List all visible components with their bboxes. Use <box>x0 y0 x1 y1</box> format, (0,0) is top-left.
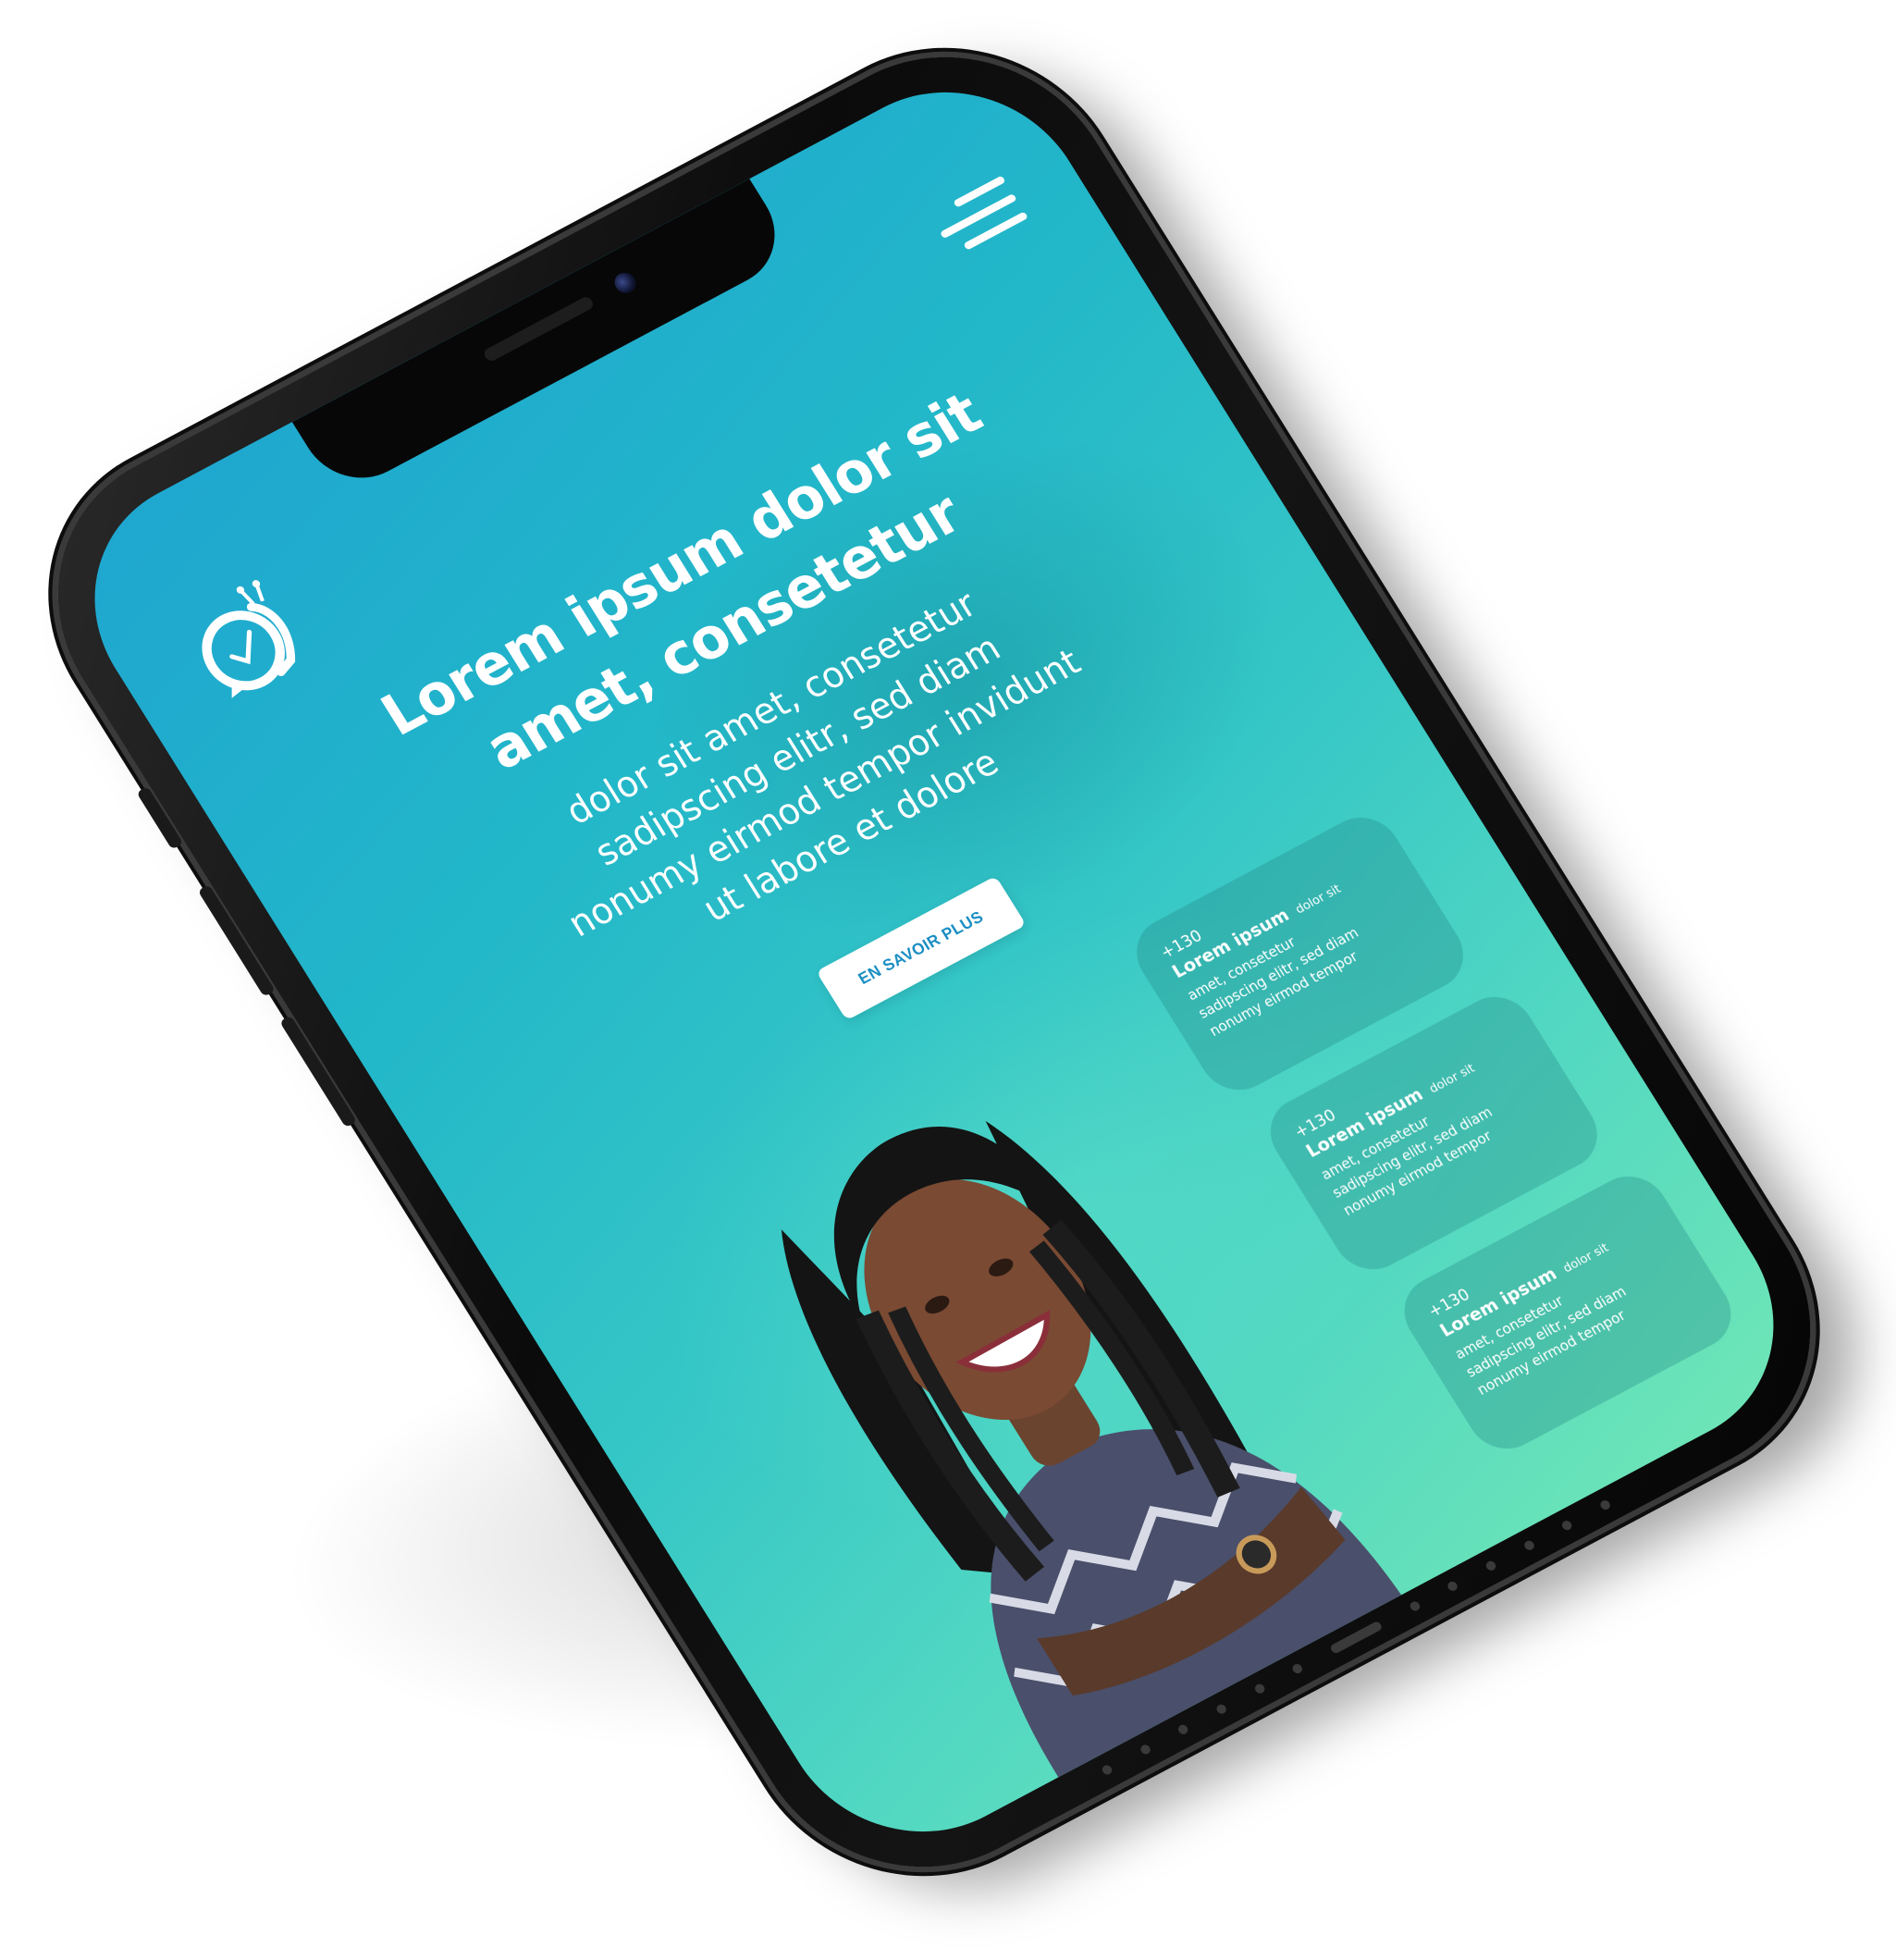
hamburger-menu-icon[interactable] <box>929 175 1038 272</box>
speaker-hole <box>1252 1683 1266 1695</box>
speaker-hole <box>1521 1539 1536 1552</box>
earpiece-speaker <box>482 294 596 364</box>
front-camera <box>610 269 640 297</box>
phone-notch <box>291 179 797 498</box>
speaker-hole <box>1598 1498 1612 1511</box>
speaker-hole <box>1484 1559 1498 1572</box>
speaker-hole <box>1100 1763 1114 1777</box>
speaker-hole <box>1560 1519 1574 1532</box>
speaker-hole <box>1446 1580 1459 1593</box>
mockup-scene: Lorem ipsum dolor sit amet, consetetur d… <box>0 0 1896 1960</box>
speaker-hole <box>1214 1702 1228 1716</box>
mute-switch <box>136 786 184 850</box>
speaker-hole <box>1408 1599 1422 1613</box>
snail-clock-logo-icon[interactable] <box>170 565 329 715</box>
speaker-hole <box>1176 1722 1190 1736</box>
menu-bar-middle <box>939 192 1017 240</box>
speaker-hole <box>1290 1662 1305 1675</box>
speaker-hole <box>1139 1743 1152 1757</box>
